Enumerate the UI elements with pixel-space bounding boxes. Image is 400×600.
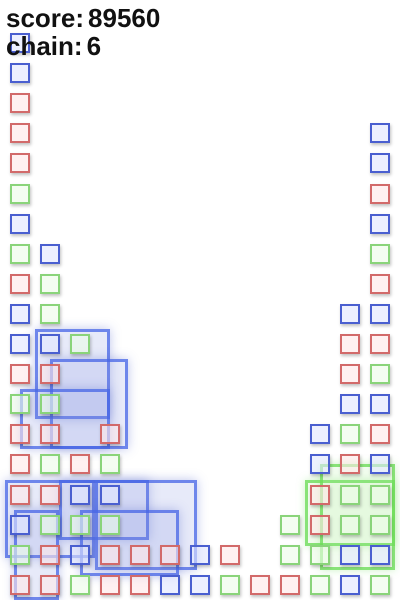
green-block[interactable] (340, 514, 360, 535)
green-block[interactable] (370, 364, 390, 385)
red-block[interactable] (130, 544, 150, 565)
score-hud: score: 89560 chain: 6 (6, 4, 160, 60)
red-block[interactable] (10, 364, 30, 385)
blue-block[interactable] (370, 544, 390, 565)
red-block[interactable] (70, 454, 90, 475)
green-block[interactable] (310, 544, 330, 565)
green-block[interactable] (10, 243, 30, 264)
red-block[interactable] (370, 273, 390, 294)
green-block[interactable] (40, 514, 60, 535)
game-board[interactable] (0, 0, 400, 600)
blue-block[interactable] (190, 544, 210, 565)
red-block[interactable] (10, 454, 30, 475)
green-block[interactable] (370, 243, 390, 264)
red-block[interactable] (10, 273, 30, 294)
blue-block[interactable] (340, 303, 360, 324)
red-block[interactable] (100, 574, 120, 595)
blue-block[interactable] (10, 514, 30, 535)
red-block[interactable] (310, 514, 330, 535)
blue-block[interactable] (160, 574, 180, 595)
clear-burst-blue (20, 389, 110, 450)
red-block[interactable] (100, 544, 120, 565)
blue-block[interactable] (370, 394, 390, 415)
red-block[interactable] (340, 454, 360, 475)
green-block[interactable] (280, 544, 300, 565)
blue-block[interactable] (70, 544, 90, 565)
green-block[interactable] (40, 454, 60, 475)
blue-block[interactable] (340, 394, 360, 415)
blue-block[interactable] (310, 454, 330, 475)
blue-block[interactable] (340, 544, 360, 565)
blue-block[interactable] (40, 334, 60, 354)
red-block[interactable] (160, 544, 180, 565)
green-block[interactable] (220, 574, 240, 595)
green-block[interactable] (370, 574, 390, 595)
red-block[interactable] (340, 364, 360, 385)
green-block[interactable] (10, 544, 30, 565)
blue-block[interactable] (70, 484, 90, 505)
red-block[interactable] (340, 334, 360, 354)
blue-block[interactable] (370, 303, 390, 324)
blue-block[interactable] (40, 243, 60, 264)
red-block[interactable] (100, 424, 120, 445)
green-block[interactable] (100, 454, 120, 475)
red-block[interactable] (130, 574, 150, 595)
red-block[interactable] (40, 484, 60, 505)
clear-burst-blue (80, 509, 179, 576)
blue-block[interactable] (10, 334, 30, 354)
chain-line: chain: 6 (6, 32, 160, 60)
chain-value: 6 (86, 31, 102, 61)
green-block[interactable] (10, 394, 30, 415)
score-line: score: 89560 (6, 4, 160, 32)
red-block[interactable] (40, 544, 60, 565)
blue-block[interactable] (100, 484, 120, 505)
green-block[interactable] (10, 183, 30, 204)
red-block[interactable] (220, 544, 240, 565)
green-block[interactable] (70, 334, 90, 354)
blue-block[interactable] (370, 153, 390, 174)
green-block[interactable] (370, 514, 390, 535)
green-block[interactable] (70, 574, 90, 595)
blue-block[interactable] (370, 213, 390, 234)
green-block[interactable] (340, 484, 360, 505)
score-value: 89560 (88, 3, 161, 33)
red-block[interactable] (370, 424, 390, 445)
red-block[interactable] (10, 123, 30, 144)
blue-block[interactable] (370, 123, 390, 144)
green-block[interactable] (100, 514, 120, 535)
red-block[interactable] (40, 364, 60, 385)
green-block[interactable] (40, 394, 60, 415)
blue-block[interactable] (10, 303, 30, 324)
red-block[interactable] (370, 183, 390, 204)
red-block[interactable] (250, 574, 270, 595)
red-block[interactable] (370, 334, 390, 354)
blue-block[interactable] (10, 63, 30, 84)
green-block[interactable] (280, 514, 300, 535)
blue-block[interactable] (10, 213, 30, 234)
blue-block[interactable] (310, 424, 330, 445)
red-block[interactable] (10, 424, 30, 445)
green-block[interactable] (370, 484, 390, 505)
score-label: score: (6, 3, 85, 33)
blue-block[interactable] (190, 574, 210, 595)
red-block[interactable] (10, 153, 30, 174)
red-block[interactable] (10, 93, 30, 114)
blue-block[interactable] (370, 454, 390, 475)
green-block[interactable] (70, 514, 90, 535)
green-block[interactable] (310, 574, 330, 595)
red-block[interactable] (40, 424, 60, 445)
green-block[interactable] (40, 303, 60, 324)
red-block[interactable] (10, 484, 30, 505)
blue-block[interactable] (340, 574, 360, 595)
red-block[interactable] (10, 574, 30, 595)
green-block[interactable] (340, 424, 360, 445)
red-block[interactable] (280, 574, 300, 595)
red-block[interactable] (40, 574, 60, 595)
red-block[interactable] (310, 484, 330, 505)
chain-label: chain: (6, 31, 83, 61)
green-block[interactable] (40, 273, 60, 294)
